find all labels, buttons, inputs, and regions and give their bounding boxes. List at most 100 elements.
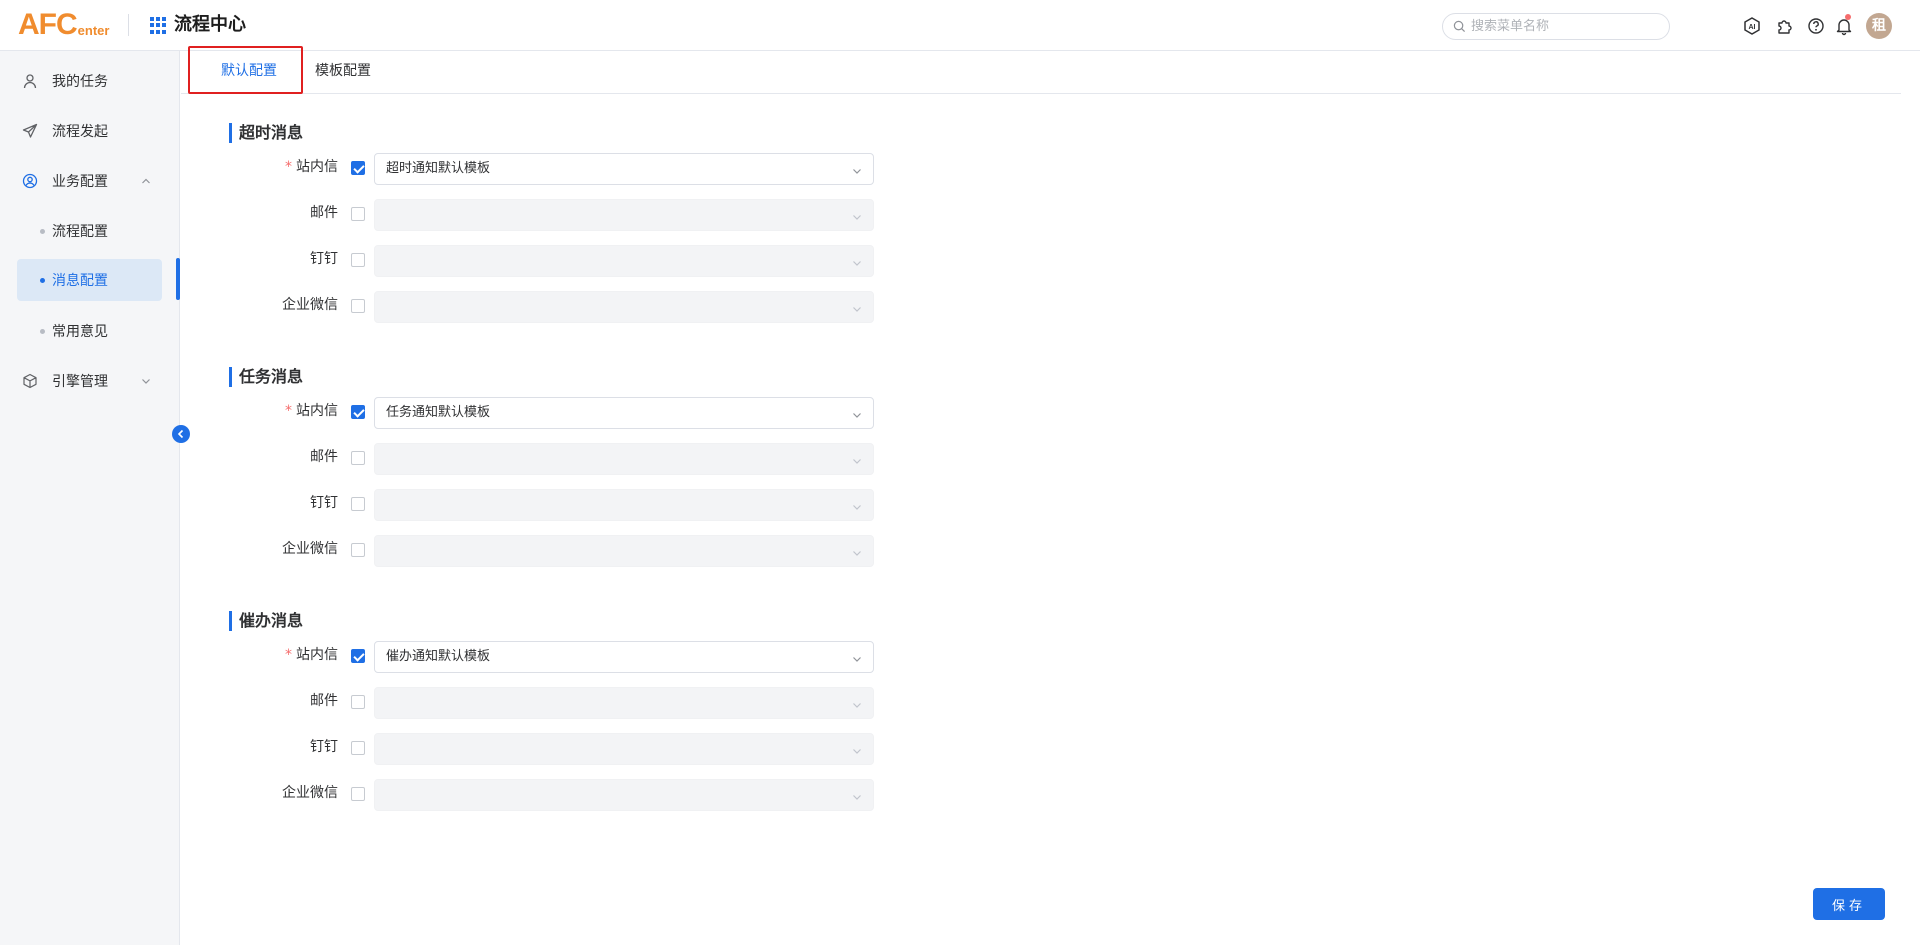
app-grid-icon[interactable] [150,17,167,34]
search-input[interactable] [1471,17,1661,36]
dingtalk-template-select [374,733,874,765]
field-label: * 站内信 [285,647,338,663]
sidebar-subitem-label: 消息配置 [52,273,108,289]
field-label: 钉钉 [310,495,338,511]
dingtalk-checkbox[interactable] [351,497,365,511]
chevron-down-icon [853,307,861,312]
email-template-select [374,687,874,719]
send-icon [22,123,38,139]
app-title: 流程中心 [174,14,246,35]
chevron-down-icon [853,413,861,418]
tab-bar: 默认配置 模板配置 [181,51,1901,94]
wecom-checkbox[interactable] [351,543,365,557]
notification-dot [1845,14,1851,20]
dingtalk-template-select [374,245,874,277]
chevron-down-icon [853,169,861,174]
bullet-icon [40,228,45,234]
sidebar-subitem-process-config[interactable]: 流程配置 [17,210,162,252]
wecom-checkbox[interactable] [351,299,365,313]
email-template-select [374,443,874,475]
field-label: * 站内信 [285,159,338,175]
sidebar-collapse-button[interactable] [172,425,190,443]
search-icon [1453,20,1466,33]
box-icon [22,373,38,389]
required-mark: * [285,647,292,663]
chevron-down-icon [853,795,861,800]
email-checkbox[interactable] [351,207,365,221]
inbox-checkbox[interactable] [351,405,365,419]
sidebar-item-label: 流程发起 [52,124,108,140]
active-indicator [176,258,180,300]
sidebar-item-business-config[interactable]: 业务配置 [17,160,162,202]
menu-search[interactable] [1442,13,1670,40]
sidebar-item-label: 业务配置 [52,174,108,190]
field-label: * 站内信 [285,403,338,419]
bell-icon[interactable] [1834,16,1854,36]
section-title-timeout: 超时消息 [229,123,303,143]
sidebar-item-engine-management[interactable]: 引擎管理 [17,360,162,402]
chevron-down-icon [853,215,861,220]
wecom-template-select [374,291,874,323]
inbox-template-select[interactable]: 超时通知默认模板 [374,153,874,185]
chevron-down-icon [853,505,861,510]
user-icon [22,73,38,89]
field-label: 邮件 [310,693,338,709]
sidebar-item-start-process[interactable]: 流程发起 [17,110,162,152]
chevron-down-icon [853,551,861,556]
sidebar: 我的任务 流程发起 业务配置 流程配置 消息配置 常用意见 引擎管理 [0,51,180,945]
sidebar-subitem-common-opinions[interactable]: 常用意见 [17,310,162,352]
field-label: 企业微信 [282,541,338,557]
logo[interactable]: AFC enter [18,8,109,40]
inbox-checkbox[interactable] [351,161,365,175]
field-label: 钉钉 [310,739,338,755]
svg-text:AI: AI [1749,24,1756,31]
field-label: 钉钉 [310,251,338,267]
tab-default-config[interactable]: 默认配置 [202,51,296,94]
sidebar-item-my-tasks[interactable]: 我的任务 [17,60,162,102]
bullet-icon [40,277,45,283]
field-label: 企业微信 [282,785,338,801]
sidebar-item-label: 引擎管理 [52,374,108,390]
sidebar-item-label: 我的任务 [52,74,108,90]
required-mark: * [285,159,292,175]
wecom-checkbox[interactable] [351,787,365,801]
tab-template-config[interactable]: 模板配置 [296,51,390,94]
chevron-down-icon [853,459,861,464]
sidebar-subitem-label: 流程配置 [52,224,108,240]
wecom-template-select [374,535,874,567]
avatar[interactable]: 租 [1866,13,1892,39]
logo-text: AFC [18,8,78,41]
field-label: 企业微信 [282,297,338,313]
top-header: AFC enter 流程中心 AI 租 [0,0,1920,51]
plugin-icon[interactable] [1775,16,1795,36]
save-button[interactable]: 保存 [1813,888,1885,920]
inbox-checkbox[interactable] [351,649,365,663]
email-template-select [374,199,874,231]
section-title-task: 任务消息 [229,367,303,387]
dingtalk-checkbox[interactable] [351,741,365,755]
chevron-down-icon [853,749,861,754]
sidebar-subitem-label: 常用意见 [52,324,108,340]
email-checkbox[interactable] [351,451,365,465]
chevron-left-icon [177,429,184,439]
ai-icon[interactable]: AI [1742,16,1762,36]
help-icon[interactable] [1806,16,1826,36]
sidebar-subitem-message-config[interactable]: 消息配置 [17,259,162,301]
logo-subtext: enter [77,23,110,38]
inbox-template-select[interactable]: 任务通知默认模板 [374,397,874,429]
dingtalk-template-select [374,489,874,521]
user-circle-icon [22,173,38,189]
chevron-down-icon [853,703,861,708]
bullet-icon [40,328,45,334]
chevron-down-icon [853,261,861,266]
header-divider [128,14,129,36]
field-label: 邮件 [310,449,338,465]
chevron-up-icon [142,178,150,184]
required-mark: * [285,403,292,419]
section-title-reminder: 催办消息 [229,611,303,631]
inbox-template-select[interactable]: 催办通知默认模板 [374,641,874,673]
dingtalk-checkbox[interactable] [351,253,365,267]
email-checkbox[interactable] [351,695,365,709]
field-label: 邮件 [310,205,338,221]
wecom-template-select [374,779,874,811]
